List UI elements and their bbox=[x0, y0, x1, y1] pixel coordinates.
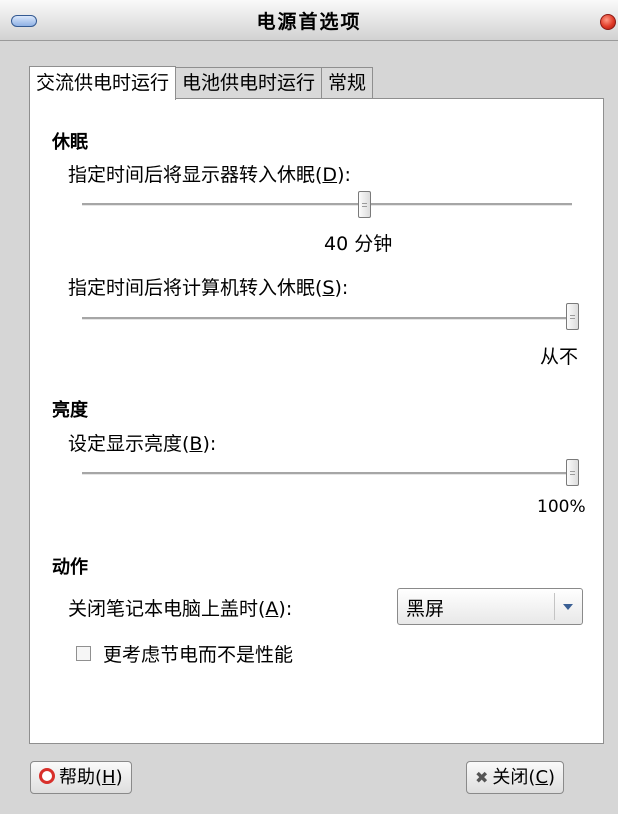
window-close-button[interactable] bbox=[600, 14, 616, 30]
display-sleep-slider-track[interactable] bbox=[82, 203, 572, 206]
tab-bar: 交流供电时运行 电池供电时运行 常规 bbox=[29, 66, 374, 100]
dropdown-separator bbox=[554, 593, 555, 620]
display-sleep-label: 指定时间后将显示器转入休眠(D): bbox=[68, 164, 351, 186]
tab-battery-power[interactable]: 电池供电时运行 bbox=[176, 67, 323, 99]
display-sleep-value: 40 分钟 bbox=[324, 233, 393, 255]
save-power-checkbox[interactable] bbox=[76, 646, 91, 661]
actions-heading: 动作 bbox=[52, 557, 88, 578]
computer-sleep-slider-track[interactable] bbox=[82, 317, 572, 320]
brightness-value: 100% bbox=[537, 497, 586, 517]
computer-sleep-label: 指定时间后将计算机转入休眠(S): bbox=[68, 277, 349, 299]
sleep-heading: 休眠 bbox=[52, 132, 88, 153]
window-title: 电源首选项 bbox=[256, 11, 362, 33]
brightness-slider-track[interactable] bbox=[82, 472, 572, 475]
computer-sleep-slider-thumb[interactable] bbox=[566, 303, 579, 330]
help-lifebuoy-icon bbox=[39, 768, 55, 784]
computer-sleep-value: 从不 bbox=[540, 346, 579, 368]
brightness-label: 设定显示亮度(B): bbox=[68, 433, 217, 455]
brightness-heading: 亮度 bbox=[52, 400, 88, 421]
close-x-icon: ✖ bbox=[475, 767, 489, 787]
brightness-slider-thumb[interactable] bbox=[566, 459, 579, 486]
chevron-down-icon[interactable] bbox=[563, 604, 573, 610]
tab-general[interactable]: 常规 bbox=[322, 67, 374, 99]
lid-close-action-dropdown[interactable]: 黑屏 bbox=[397, 588, 583, 625]
title-bar: 电源首选项 bbox=[0, 0, 618, 41]
save-power-label[interactable]: 更考虑节电而不是性能 bbox=[103, 640, 293, 667]
lid-close-action-selected: 黑屏 bbox=[406, 598, 445, 620]
close-button[interactable]: ✖ 关闭(C) bbox=[466, 761, 565, 794]
lid-close-label: 关闭笔记本电脑上盖时(A): bbox=[68, 598, 293, 620]
tab-ac-power[interactable]: 交流供电时运行 bbox=[29, 66, 177, 100]
display-sleep-slider-thumb[interactable] bbox=[358, 191, 371, 218]
help-button[interactable]: 帮助(H) bbox=[30, 761, 132, 794]
power-preferences-window: 电源首选项 交流供电时运行 电池供电时运行 常规 休眠 指定时间后将显示器转入休… bbox=[0, 0, 618, 814]
